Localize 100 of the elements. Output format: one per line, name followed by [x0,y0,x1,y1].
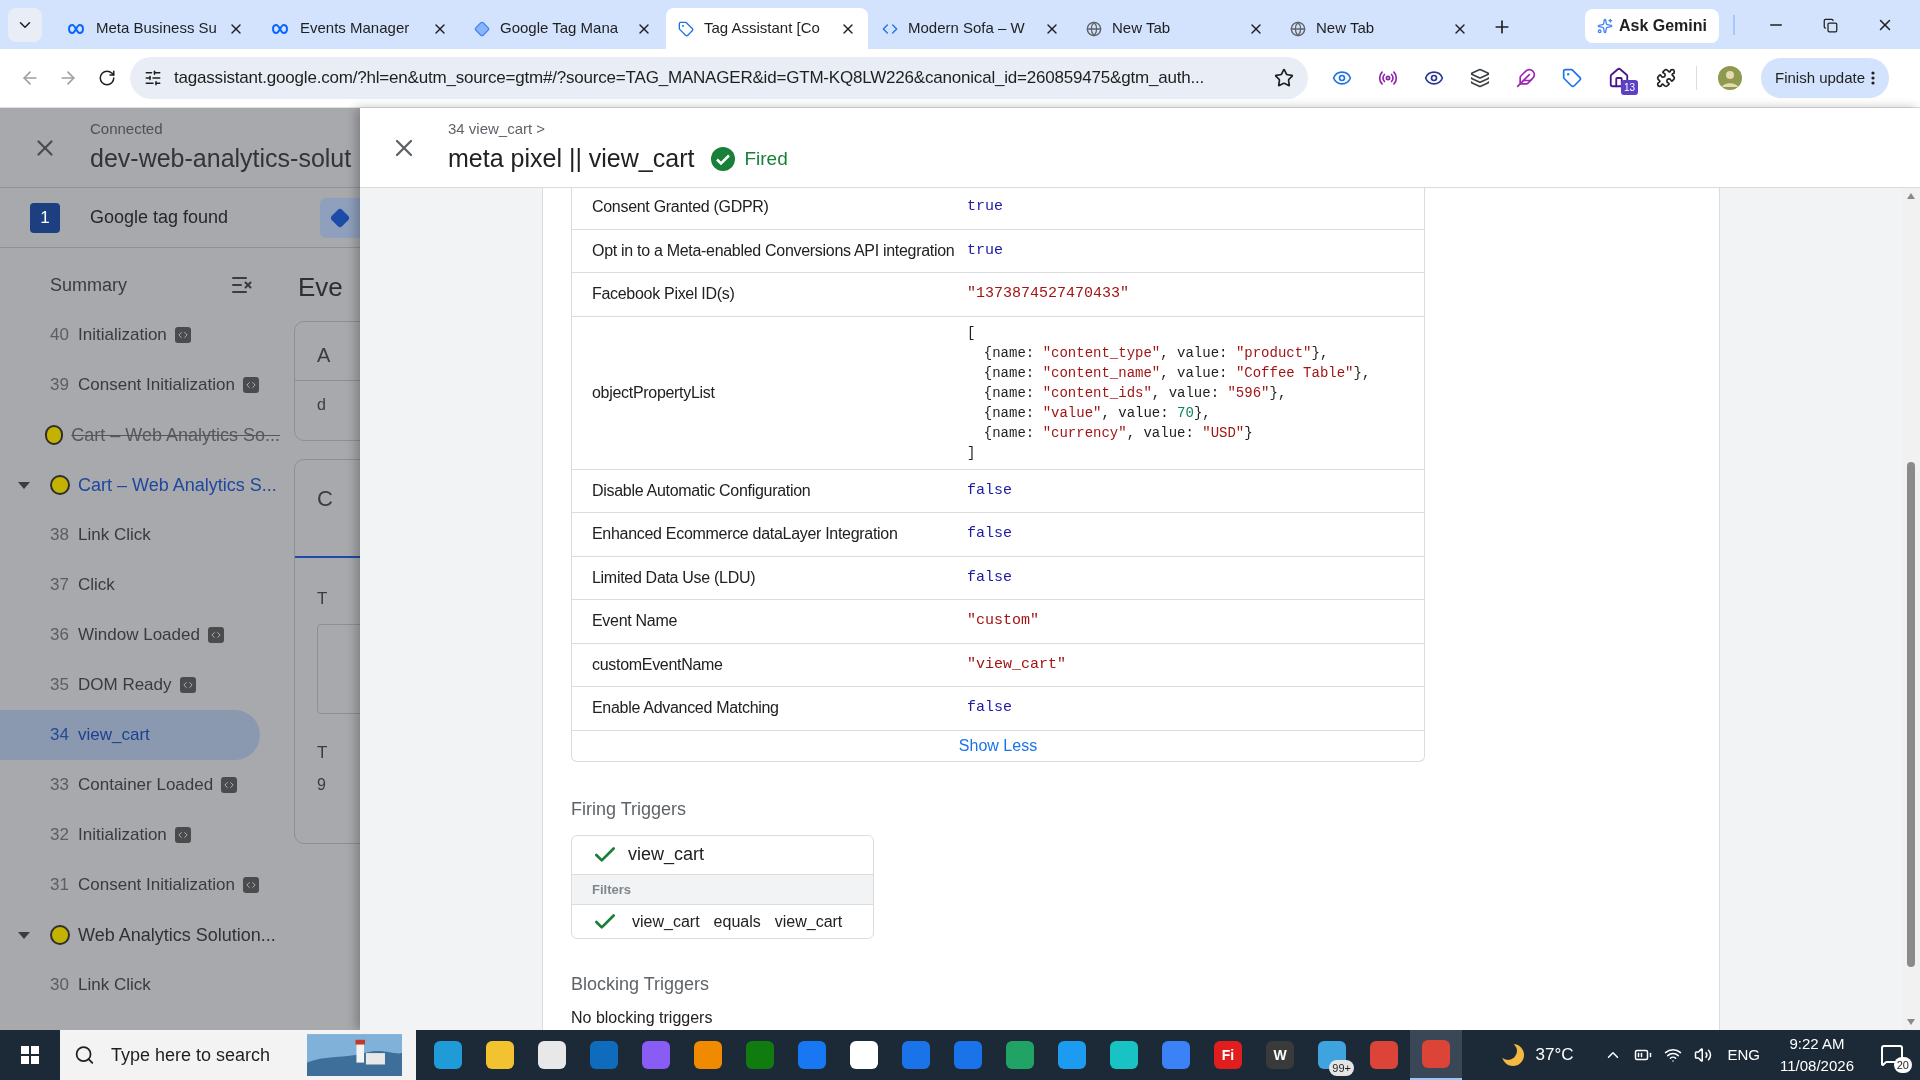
restore-icon[interactable] [1823,18,1838,33]
clock-date[interactable]: 11/08/2026 [1780,1055,1854,1078]
language-indicator[interactable]: ENG [1727,1043,1761,1067]
eye-icon[interactable] [1332,68,1352,88]
event-label: Initialization [78,324,167,347]
taskbar-app[interactable]: 99+ [1306,1030,1358,1080]
search-input[interactable]: Type here to search [110,1041,291,1069]
event-label: Consent Initialization [78,374,235,397]
event-item[interactable]: 38 Link Click [0,510,260,560]
domain-title: dev-web-analytics-solut [90,143,352,174]
property-label: Enable Advanced Matching [591,698,780,719]
scroll-thumb[interactable] [1907,462,1915,967]
browser-tab[interactable]: Modern Sofa – W [870,8,1072,49]
event-item[interactable]: 30 Link Click [0,960,260,1010]
event-label: Window Loaded [78,624,200,647]
clock-time[interactable]: 9:22 AM [1789,1032,1845,1055]
property-label: Event Name [591,611,679,632]
code-line: {name: "content_type", value: "product"}, [982,343,1330,363]
site-settings-icon[interactable] [144,69,162,87]
search-icon [74,1044,95,1066]
empty-message: No blocking triggers [571,1008,714,1028]
browser-tab[interactable]: Events Manager [258,8,460,49]
scrollbar[interactable] [1902,188,1920,1030]
browser-tab[interactable]: New Tab [1278,8,1480,49]
property-label: Disable Automatic Configuration [591,480,812,501]
broadcast-icon[interactable] [1378,68,1398,88]
property-value: false [967,524,1012,544]
page-item[interactable]: Web Analytics Solution... [0,910,280,960]
breadcrumb[interactable]: 34 view_cart > [448,117,788,140]
reload-icon[interactable] [98,69,116,87]
section-heading: Blocking Triggers [571,973,711,996]
diamond-icon [474,20,490,37]
address-field[interactable]: tagassistant.google.com/?hl=en&utm_source=gtm#/?source=TAG_MANAGER&id=GTM-KQ8LW226&canonical_id=260859475&gtm_auth... [130,57,1308,99]
event-item[interactable]: 35 DOM Ready [0,660,260,710]
event-label: Container Loaded [78,774,214,797]
taskbar-search-field[interactable]: Type here to search [60,1030,416,1080]
property-label: Limited Data Use (LDU) [591,567,757,588]
scroll-down-icon[interactable] [1906,1018,1916,1026]
page-label: Cart – Web Analytics So... [71,423,280,447]
event-number: 39 [50,374,70,397]
bookmark-star-icon[interactable] [1274,68,1294,88]
code-line: [ [967,323,977,343]
wifi-icon[interactable] [1663,1046,1682,1064]
tag-icon [678,20,694,37]
tab-title: Events Manager [300,18,411,39]
property-value: false [967,698,1012,718]
scroll-up-icon[interactable] [1906,192,1916,200]
code-line: {name: "content_ids", value: "596"}, [982,383,1288,403]
event-number: 31 [50,874,70,897]
lighthouse-icon [306,1033,402,1077]
event-item[interactable]: 33 Container Loaded [0,760,260,810]
event-item[interactable]: 34 view_cart [0,710,260,760]
fired-status: Fired [744,146,788,171]
eye-icon[interactable] [1424,68,1444,88]
event-number: 32 [50,824,70,847]
filter-variable: view_cart [632,911,700,932]
trigger-name: view_cart [628,843,705,867]
browser-tab[interactable]: Tag Assistant [Co [666,8,868,49]
filter-operator: equals [713,911,761,932]
browser-tab[interactable]: New Tab [1074,8,1276,49]
app-icon: Fi [1214,1041,1242,1069]
taskbar-app[interactable]: W [1254,1030,1306,1080]
card-text: A [317,343,331,368]
feather-icon[interactable] [1516,68,1536,88]
volume-icon[interactable] [1693,1046,1712,1064]
taskbar-app[interactable]: Fi [1202,1030,1254,1080]
section-heading: Firing Triggers [571,797,688,821]
show-less-link[interactable]: Show Less [572,730,1424,761]
event-label: DOM Ready [78,674,172,697]
avatar-icon[interactable] [1717,65,1743,91]
page-item[interactable]: Cart – Web Analytics S... [0,460,280,510]
layers-icon[interactable] [1470,68,1490,88]
card-text: C [317,485,333,513]
event-label: Link Click [78,974,151,997]
count-badge: 13 [1620,80,1638,95]
browser-tab[interactable]: Meta Business Su [54,8,256,49]
finish-update-button[interactable]: Finish update [1761,58,1890,98]
browser-tab[interactable]: Google Tag Mana [462,8,664,49]
gemini-button[interactable]: Ask Gemini [1584,9,1719,43]
tag-icon[interactable] [1562,68,1582,88]
tab-title: Google Tag Mana [500,18,620,39]
tab-title: New Tab [1112,18,1172,39]
summary-label: Summary [50,273,127,297]
event-item[interactable]: 37 Click [0,560,260,610]
property-label: customEventName [591,654,724,675]
tag-title: meta pixel || view_cart [448,143,695,174]
event-number: 40 [50,324,70,347]
event-item[interactable]: 32 Initialization [0,810,260,860]
property-label: Consent Granted (GDPR) [591,197,770,218]
event-item[interactable]: 39 Consent Initialization [0,360,260,410]
event-item[interactable]: 40 Initialization [0,310,260,360]
event-item[interactable]: 31 Consent Initialization [0,860,260,910]
tab-title: New Tab [1316,18,1376,39]
puzzle-icon[interactable] [1656,68,1676,88]
connection-status: Connected [90,118,164,139]
code-line: ] [967,443,977,463]
section-heading: Eve [298,271,343,304]
card-text: T [317,741,328,764]
code-line: {name: "value", value: 70}, [982,403,1212,423]
event-item[interactable]: 36 Window Loaded [0,610,260,660]
